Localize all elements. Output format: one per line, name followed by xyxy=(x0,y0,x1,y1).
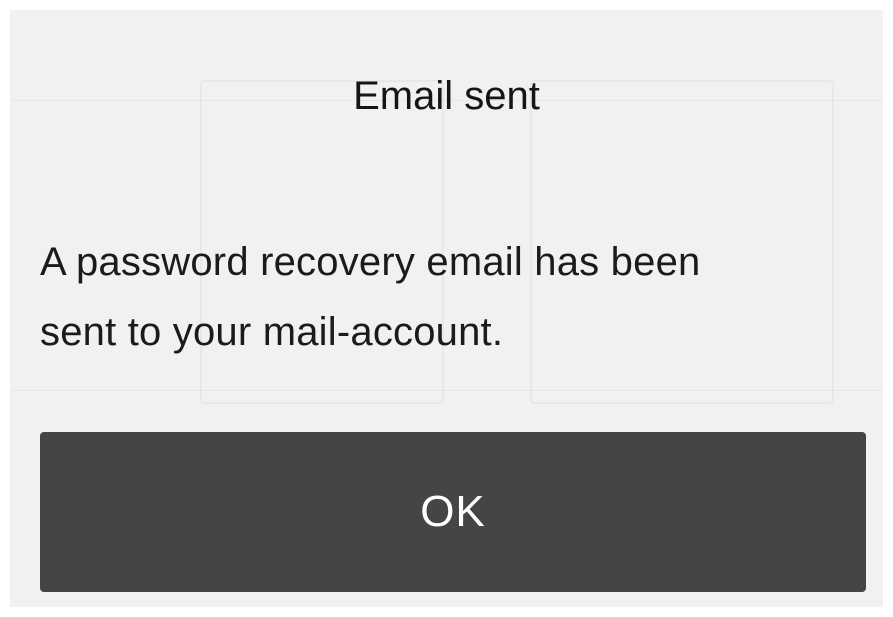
dialog-message: A password recovery email has been sent … xyxy=(40,227,870,367)
email-sent-dialog: Email sent A password recovery email has… xyxy=(10,10,883,607)
dialog-message-line: A password recovery email has been xyxy=(40,240,701,284)
dialog-message-line: sent to your mail-account. xyxy=(40,310,504,354)
ok-button[interactable]: OK xyxy=(40,432,866,592)
dialog-title: Email sent xyxy=(353,74,540,118)
ok-button-label: OK xyxy=(420,487,486,536)
